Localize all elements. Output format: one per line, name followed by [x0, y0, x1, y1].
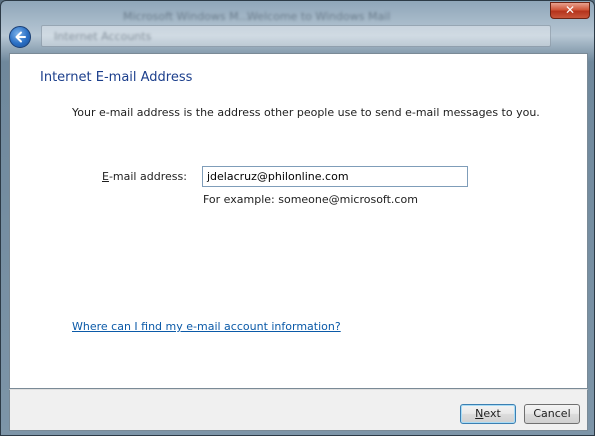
email-label: E-mail address: — [102, 170, 187, 183]
email-example-text: For example: someone@microsoft.com — [203, 193, 418, 206]
close-icon: ✕ — [564, 3, 576, 17]
background-window-title: Microsoft Windows M... — [123, 10, 250, 23]
background-address-bar: Internet Accounts — [41, 25, 551, 47]
next-button-label: ext — [483, 407, 501, 420]
email-field[interactable]: jdelacruz@philonline.com — [202, 166, 468, 187]
background-window-title-2: Welcome to Windows Mail — [247, 10, 391, 23]
button-bar: Next Cancel — [9, 389, 588, 431]
cancel-button[interactable]: Cancel — [524, 404, 580, 424]
wizard-content: Internet E-mail Address Your e-mail addr… — [9, 53, 588, 389]
wizard-window: Microsoft Windows M... Welcome to Window… — [0, 0, 595, 436]
page-description: Your e-mail address is the address other… — [72, 106, 540, 119]
account-info-help-link[interactable]: Where can I find my e-mail account infor… — [72, 320, 341, 333]
page-title: Internet E-mail Address — [40, 70, 193, 85]
back-arrow-icon — [15, 31, 26, 43]
back-button[interactable] — [9, 26, 31, 48]
next-button[interactable]: Next — [460, 404, 516, 424]
email-label-text: -mail address: — [108, 170, 187, 183]
close-button[interactable]: ✕ — [550, 2, 590, 19]
background-address-text: Internet Accounts — [54, 30, 152, 43]
email-label-accelerator: E — [102, 170, 109, 183]
